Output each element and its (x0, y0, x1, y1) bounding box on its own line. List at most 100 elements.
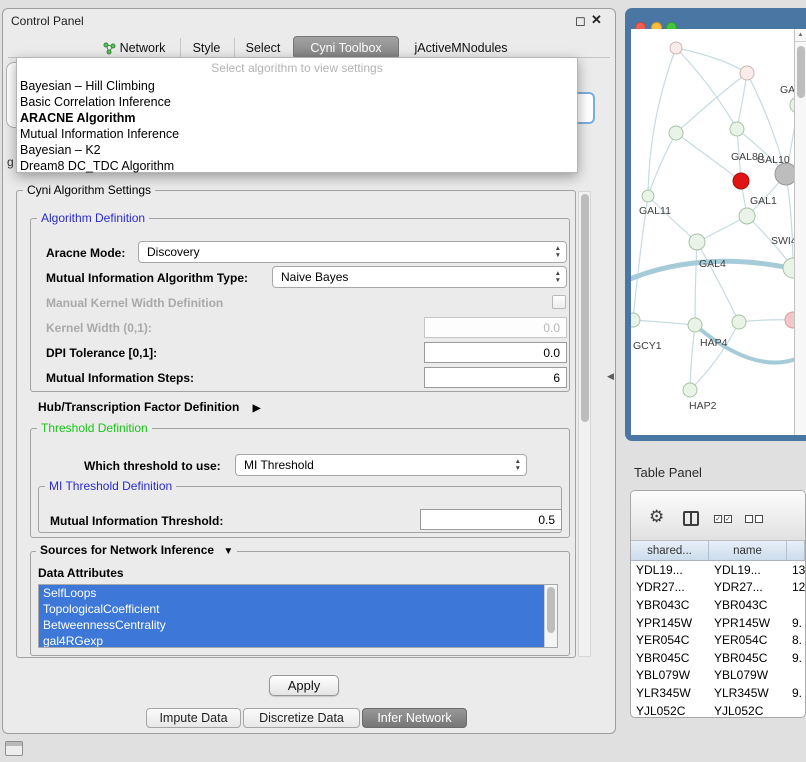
network-node[interactable] (670, 42, 682, 54)
network-edge[interactable] (737, 73, 747, 129)
clipped-text-fragment: g (7, 155, 14, 169)
tab-label: jActiveMNodules (414, 41, 507, 55)
column-header[interactable]: shared... (631, 541, 709, 560)
network-canvas[interactable]: GAL8GAL80GAL10GAL11GAL1SWI4GAL4GCY1HAP4H… (631, 29, 794, 435)
tab-cyni-toolbox[interactable]: Cyni Toolbox (293, 36, 399, 59)
network-edge[interactable] (648, 48, 676, 196)
dpi-tolerance-field[interactable]: 0.0 (424, 342, 567, 363)
aracne-mode-select[interactable]: Discovery ▲▼ (138, 241, 567, 263)
combo-arrows-icon: ▲▼ (555, 245, 561, 259)
sources-section-toggle[interactable]: Sources for Network Inference ▼ (36, 543, 237, 557)
mi-threshold-field[interactable]: 0.5 (420, 509, 562, 530)
manual-kernel-label: Manual Kernel Width Definition (46, 296, 223, 310)
apply-button[interactable]: Apply (269, 675, 339, 696)
tab-label: Select (246, 41, 281, 55)
table-row[interactable]: YLR345WYLR345W9. (631, 684, 805, 702)
network-node[interactable] (688, 318, 702, 332)
network-scrollbar[interactable]: ▲ (794, 29, 806, 435)
network-edge[interactable] (690, 322, 739, 390)
tab-label: Style (193, 41, 221, 55)
network-edge[interactable] (786, 174, 793, 268)
group-title: Cyni Algorithm Settings (23, 183, 155, 198)
algorithm-option[interactable]: Mutual Information Inference (17, 126, 577, 142)
minimized-panel-icon[interactable] (5, 741, 23, 756)
table-row[interactable]: YPR145WYPR145W9. (631, 614, 805, 632)
list-item[interactable]: TopologicalCoefficient (39, 601, 545, 617)
network-node[interactable] (669, 126, 683, 140)
network-edge[interactable] (695, 242, 697, 325)
settings-scrollbar[interactable] (578, 191, 591, 657)
which-threshold-select[interactable]: MI Threshold ▲▼ (235, 454, 527, 476)
network-node[interactable] (783, 258, 794, 278)
table-row[interactable]: YDR27...YDR27...12 (631, 579, 805, 597)
network-node[interactable] (775, 163, 794, 185)
attribute-list-scrollbar[interactable] (544, 585, 557, 647)
algorithm-option[interactable]: Dream8 DC_TDC Algorithm (17, 158, 577, 174)
network-edge[interactable] (676, 48, 747, 73)
scroll-up-icon[interactable]: ▲ (795, 29, 806, 42)
network-edge[interactable] (690, 325, 695, 390)
mi-steps-field[interactable]: 6 (424, 367, 567, 388)
column-header[interactable]: name (709, 541, 787, 560)
table-row[interactable]: YJL052CYJL052C (631, 702, 805, 718)
scrollbar-thumb[interactable] (547, 587, 555, 633)
table-row[interactable]: YBR045CYBR045C9. (631, 649, 805, 667)
combo-arrows-icon: ▲▼ (555, 270, 561, 284)
algorithm-option[interactable]: Basic Correlation Inference (17, 94, 577, 110)
network-edge[interactable] (648, 196, 697, 242)
algorithm-option-selected[interactable]: ARACNE Algorithm (17, 110, 577, 126)
occluded-focused-field-fragment (578, 92, 595, 124)
network-edge[interactable] (697, 242, 739, 322)
scrollbar-thumb[interactable] (797, 46, 805, 98)
scrollbar-thumb[interactable] (581, 194, 589, 422)
tab-impute-data[interactable]: Impute Data (146, 708, 241, 728)
float-window-icon[interactable]: ◻ (575, 13, 586, 29)
select-all-icon[interactable]: ✓✓ (714, 515, 732, 523)
network-node[interactable] (683, 383, 697, 397)
network-node[interactable] (689, 234, 705, 250)
which-threshold-label: Which threshold to use: (84, 459, 221, 473)
algorithm-option[interactable]: Bayesian – Hill Climbing (17, 78, 577, 94)
tab-infer-network[interactable]: Infer Network (362, 708, 467, 728)
aracne-mode-label: Aracne Mode: (46, 246, 125, 260)
tab-label: Cyni Toolbox (310, 41, 381, 55)
close-window-icon[interactable]: ✕ (591, 12, 602, 28)
mi-type-select[interactable]: Naive Bayes ▲▼ (272, 266, 567, 288)
network-node[interactable] (740, 66, 754, 80)
tab-discretize-data[interactable]: Discretize Data (243, 708, 360, 728)
column-header[interactable] (787, 541, 805, 560)
network-node[interactable] (785, 312, 794, 328)
expanded-arrow-icon: ▼ (223, 546, 233, 557)
network-node[interactable] (730, 122, 744, 136)
algorithm-option[interactable]: Bayesian – K2 (17, 142, 577, 158)
list-item[interactable]: gal4RGexp (39, 633, 545, 648)
tab-label: Network (120, 41, 166, 55)
list-item[interactable]: BetweennessCentrality (39, 617, 545, 633)
network-node-label: HAP2 (689, 400, 717, 412)
kernel-width-field[interactable]: 0.0 (424, 317, 567, 338)
column-selector-icon[interactable] (683, 511, 699, 526)
network-node[interactable] (739, 208, 755, 224)
hub-section-toggle[interactable]: Hub/Transcription Factor Definition ▶ (38, 400, 260, 414)
table-row[interactable]: YER054CYER054C8. (631, 631, 805, 649)
panel-collapse-arrow-icon[interactable]: ◀ (607, 371, 614, 382)
network-node[interactable] (733, 173, 749, 189)
table-row[interactable]: YDL19...YDL19...13 (631, 561, 805, 579)
manual-kernel-checkbox[interactable] (552, 295, 566, 309)
tab-jactivemnodules[interactable]: jActiveMNodules (402, 38, 520, 58)
tab-network[interactable]: Network (90, 38, 178, 58)
group-title: MI Threshold Definition (45, 479, 176, 494)
mi-steps-label: Mutual Information Steps: (46, 371, 194, 385)
network-node[interactable] (642, 190, 654, 202)
table-row[interactable]: YBL079WYBL079W (631, 667, 805, 685)
collapsed-arrow-icon: ▶ (253, 403, 261, 414)
tab-style[interactable]: Style (180, 38, 232, 58)
network-edge[interactable] (633, 320, 695, 325)
network-node[interactable] (631, 313, 640, 327)
deselect-all-icon[interactable] (745, 515, 763, 523)
tab-select[interactable]: Select (234, 38, 291, 58)
settings-gear-icon[interactable]: ⚙ (649, 508, 664, 525)
list-item[interactable]: SelfLoops (39, 585, 545, 601)
network-node[interactable] (732, 315, 746, 329)
table-row[interactable]: YBR043CYBR043C (631, 596, 805, 614)
